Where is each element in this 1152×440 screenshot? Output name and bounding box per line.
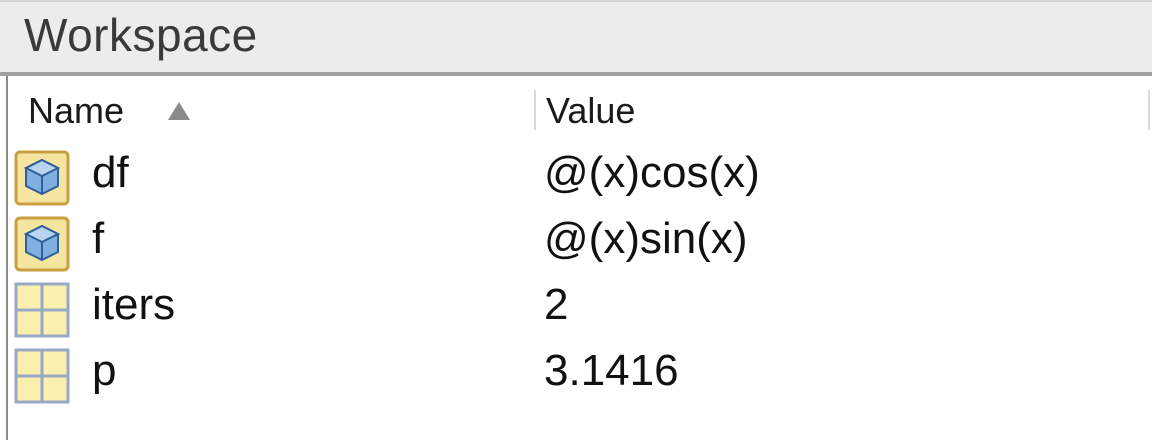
column-separator-end[interactable]: [1148, 90, 1150, 130]
table-row[interactable]: iters 2: [8, 276, 1152, 342]
variable-value: 2: [544, 280, 569, 329]
table-row[interactable]: df @(x)cos(x): [8, 144, 1152, 210]
variable-value: @(x)cos(x): [544, 148, 760, 197]
sort-ascending-icon[interactable]: [168, 102, 190, 120]
variables-table: Name Value df @(x)cos(x) f @(x)sin(x) it…: [6, 76, 1152, 440]
variable-name: p: [92, 346, 117, 395]
function-handle-icon: [14, 216, 70, 272]
numeric-array-icon: [14, 282, 70, 338]
variable-value: @(x)sin(x): [544, 214, 748, 263]
column-header-value[interactable]: Value: [546, 90, 635, 132]
variable-name: df: [92, 148, 129, 197]
variable-name: f: [92, 214, 105, 263]
column-separator[interactable]: [534, 90, 536, 130]
variable-value: 3.1416: [544, 346, 679, 395]
function-handle-icon: [14, 150, 70, 206]
numeric-array-icon: [14, 348, 70, 404]
column-header-name[interactable]: Name: [28, 90, 124, 132]
table-header: Name Value: [8, 76, 1152, 144]
panel-title: Workspace: [24, 9, 258, 61]
variable-name: iters: [92, 280, 176, 329]
workspace-panel: Workspace Name Value df @(x)cos(x) f @(x…: [0, 0, 1152, 440]
table-row[interactable]: p 3.1416: [8, 342, 1152, 408]
workspace-titlebar[interactable]: Workspace: [0, 0, 1152, 72]
table-row[interactable]: f @(x)sin(x): [8, 210, 1152, 276]
